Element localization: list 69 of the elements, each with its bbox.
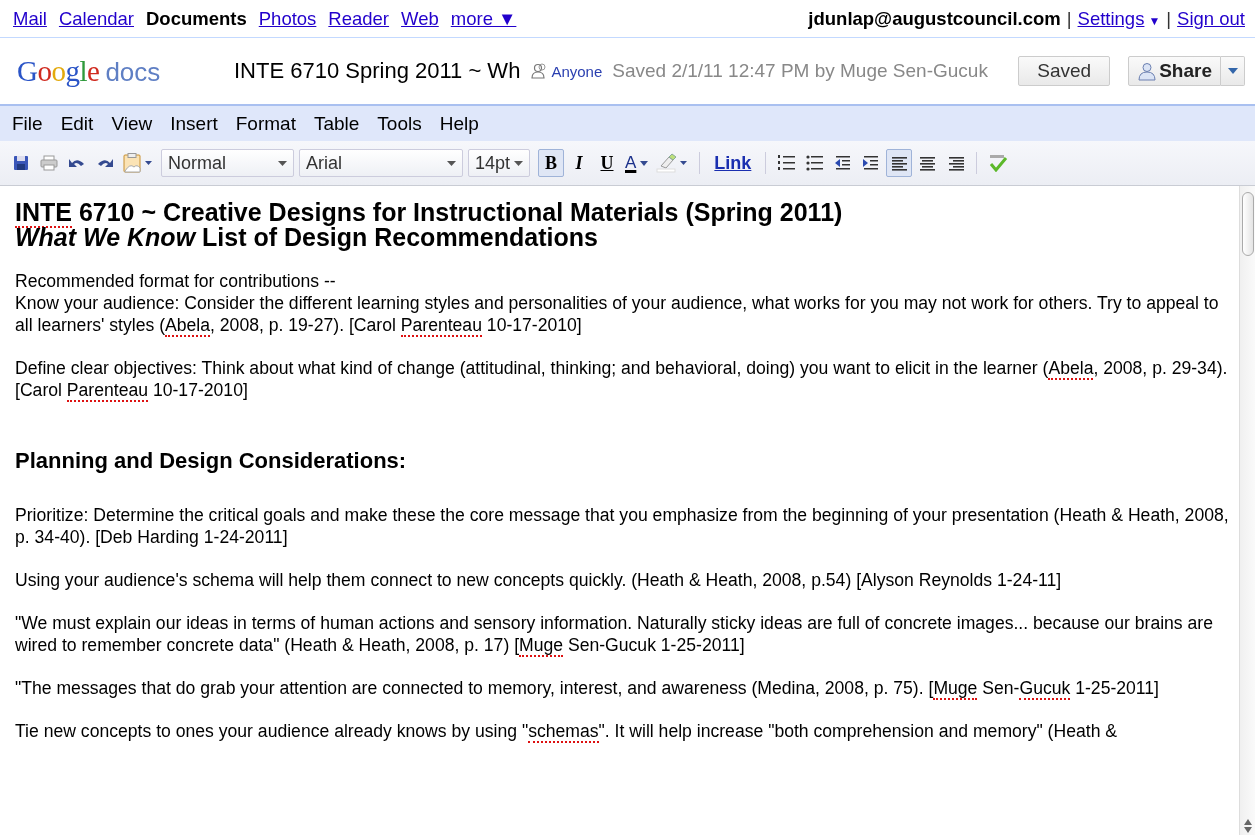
bold-button[interactable]: B — [538, 149, 564, 177]
highlighter-icon — [656, 153, 689, 173]
nav-link[interactable]: more ▼ — [450, 7, 517, 30]
font-dropdown[interactable]: Arial — [299, 149, 463, 177]
account-email: jdunlap@augustcouncil.com — [808, 7, 1061, 30]
link-button[interactable]: Link — [708, 152, 758, 174]
nav-link[interactable]: Photos — [258, 7, 317, 30]
paragraph: Recommended format for contributions -- — [15, 270, 337, 292]
align-right-icon — [946, 155, 964, 171]
caret-icon — [447, 160, 456, 166]
share-button[interactable]: Share — [1128, 56, 1221, 86]
share-dropdown-button[interactable] — [1221, 56, 1245, 86]
save-icon — [13, 155, 29, 171]
person-icon — [1137, 61, 1158, 81]
paragraph: Using your audience's schema will help them connect to new concepts quickly. (Heath & Heath, 2008, p.54) [Alyson Reynolds 1-24-11] — [15, 569, 1063, 591]
caret-icon — [514, 160, 523, 166]
paragraph: Define clear objectives: Think about what kind of change (attitudinal, thinking; and behavioral, doing) you want to elicit in the learner (Abela, 2008, p. 29-34). [Carol Parenteau 10-17-2010] — [15, 357, 1229, 401]
caret-icon — [640, 160, 649, 166]
insert-image-icon — [123, 153, 153, 173]
text-color-button[interactable]: A — [622, 149, 652, 177]
scrollbar[interactable] — [1239, 186, 1255, 835]
decrease-indent-icon — [834, 155, 853, 171]
document-heading: What We Know List of Design Recommendations — [15, 225, 599, 250]
sharing-link[interactable]: Anyone — [530, 62, 603, 80]
align-left-button[interactable] — [886, 149, 913, 177]
menu-item[interactable]: Help — [430, 112, 488, 135]
scroll-down-arrow-icon — [1243, 827, 1252, 833]
paragraph: Know your audience: Consider the different learning styles and personalities of your audience, what works for you may not work for others. Try to appeal to all learners' styles (Abela, 2008, p. 19-27). [Carol Parenteau 10-17-2010] — [15, 292, 1220, 336]
caret-icon — [278, 160, 287, 166]
nav-link[interactable]: Mail — [13, 7, 47, 30]
settings-link[interactable]: Settings ▼ — [1077, 7, 1161, 30]
menu-item[interactable]: File — [3, 112, 52, 135]
separator: | — [1166, 7, 1172, 30]
scrollbar-thumb[interactable] — [1241, 192, 1254, 256]
paragraph: Prioritize: Determine the critical goals and make these the core message that you emphasize from the beginning of your presentation (Heath & Heath, 2008, p. 34-40). [Deb Harding 1-24-2011] — [15, 504, 1230, 548]
menu-item[interactable]: View — [102, 112, 162, 135]
nav-link[interactable]: Documents — [146, 7, 247, 30]
paragraph: Tie new concepts to ones your audience already knows by using "schemas". It will help increase "both comprehension and memory" (Heath & — [15, 720, 1119, 742]
menu-item[interactable]: Format — [226, 112, 305, 135]
align-left-icon — [890, 155, 908, 171]
align-center-icon — [918, 155, 936, 171]
bulleted-list-icon — [806, 154, 825, 172]
document-title[interactable]: INTE 6710 Spring 2011 ~ Wh — [234, 58, 521, 84]
menu-item[interactable]: Table — [304, 112, 369, 135]
style-dropdown[interactable]: Normal — [161, 149, 294, 177]
nav-link[interactable]: Calendar — [58, 7, 134, 30]
section-heading: Planning and Design Considerations: — [15, 450, 408, 472]
save-status: Saved 2/1/11 12:47 PM by Muge Sen-Gucuk — [612, 60, 988, 82]
menu-item[interactable]: Insert — [161, 112, 227, 135]
italic-button[interactable]: I — [566, 149, 592, 177]
underline-button[interactable]: U — [594, 149, 620, 177]
print-icon — [40, 155, 58, 171]
people-icon — [530, 62, 549, 80]
font-size-dropdown[interactable]: 14pt — [468, 149, 530, 177]
paragraph: "We must explain our ideas in terms of human actions and sensory information. Naturally sticky ideas are full of concrete images... because our brains are wired to remember concrete data" (Heath & Heath, 2008, p. 17) [Muge Sen-Gucuk 1-25-2011] — [15, 612, 1214, 656]
nav-link[interactable]: Reader — [328, 7, 390, 30]
caret-icon — [1227, 68, 1238, 74]
spellcheck-icon — [988, 154, 1009, 172]
menu-item[interactable]: Edit — [51, 112, 103, 135]
scroll-up-arrow-icon — [1243, 819, 1252, 825]
menu-item[interactable]: Tools — [368, 112, 431, 135]
google-docs-logo: Google docs — [17, 54, 162, 88]
increase-indent-icon — [862, 155, 881, 171]
saved-button[interactable]: Saved — [1018, 56, 1111, 86]
separator: | — [1066, 7, 1072, 30]
sign-out-link[interactable]: Sign out — [1177, 7, 1245, 30]
nav-link[interactable]: Web — [401, 7, 439, 30]
paragraph: "The messages that do grab your attention are connected to memory, interest, and awareness (Medina, 2008, p. 75). [Muge Sen-Gucuk 1-25-2011] — [15, 677, 1160, 699]
numbered-list-icon — [778, 154, 797, 172]
